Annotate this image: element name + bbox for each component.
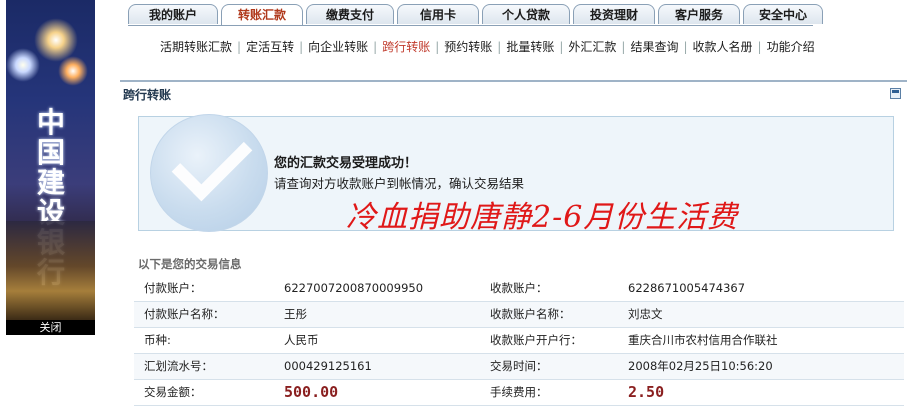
transaction-info-table: 付款账户： 6227007200870009950 收款账户： 62286710… [134, 276, 904, 406]
tab-security-center[interactable]: 安全中心 [743, 4, 823, 24]
currency-value: 人民币 [284, 333, 319, 347]
subnav-separator: | [373, 40, 378, 54]
tab-divider [128, 25, 813, 26]
bank-banner: 中国建设银行 [6, 0, 95, 335]
table-row: 汇划流水号： 000429125161 交易时间： 2008年02月25日10:… [134, 354, 904, 380]
section-divider [120, 80, 907, 82]
payer-account-label: 付款账户： [144, 281, 202, 295]
section-title: 跨行转账 [123, 88, 172, 102]
success-message: 请查询对方收款账户到帐情况，确认交易结果 [274, 176, 525, 191]
subnav-result-query[interactable]: 结果查询 [630, 40, 678, 54]
subnav-separator: | [559, 40, 564, 54]
subnav-separator: | [757, 40, 762, 54]
tab-transfer[interactable]: 转账汇款 [221, 4, 303, 26]
banner-close-button[interactable]: 关闭 [6, 320, 95, 335]
subnav-separator: | [497, 40, 502, 54]
minimize-icon[interactable] [890, 88, 901, 99]
subnav-intro[interactable]: 功能介绍 [767, 40, 815, 54]
tab-credit-card[interactable]: 信用卡 [397, 4, 479, 24]
table-row: 币种: 人民币 收款账户开户行： 重庆合川市农村信用合作联社 [134, 328, 904, 354]
city-night-image [6, 221, 95, 321]
subnav-scheduled[interactable]: 预约转账 [444, 40, 492, 54]
subnav-separator: | [621, 40, 626, 54]
fee-value: 2.50 [628, 383, 665, 401]
subnav-separator: | [237, 40, 242, 54]
main-tabs: 我的账户 转账汇款 缴费支付 信用卡 个人贷款 投资理财 客户服务 安全中心 [128, 4, 823, 26]
subnav-fixed-current[interactable]: 定活互转 [246, 40, 294, 54]
payee-bank-value: 重庆合川市农村信用合作联社 [628, 333, 778, 347]
subnav-batch[interactable]: 批量转账 [506, 40, 554, 54]
amount-label: 交易金额： [144, 385, 202, 399]
payee-account-label: 收款账户： [490, 281, 548, 295]
subnav-current-transfer[interactable]: 活期转账汇款 [160, 40, 232, 54]
transaction-info-title: 以下是您的交易信息 [138, 257, 242, 271]
table-row: 付款账户名称： 王彤 收款账户名称： 刘忠文 [134, 302, 904, 328]
payee-name-label: 收款账户名称： [490, 307, 571, 321]
serial-number-label: 汇划流水号： [144, 359, 213, 373]
amount-value: 500.00 [284, 383, 339, 401]
tab-customer-service[interactable]: 客户服务 [658, 4, 740, 24]
sub-navigation: 活期转账汇款 | 定活互转 | 向企业转账 | 跨行转账 | 预约转账 | 批量转账 | 外汇汇款 | 结果… [160, 38, 815, 55]
table-row: 付款账户： 6227007200870009950 收款账户： 62286710… [134, 276, 904, 302]
subnav-separator: | [299, 40, 304, 54]
tab-payment[interactable]: 缴费支付 [306, 4, 394, 24]
transaction-time-label: 交易时间： [490, 359, 548, 373]
subnav-foreign-remit[interactable]: 外汇汇款 [568, 40, 616, 54]
tab-personal-loan[interactable]: 个人贷款 [482, 4, 570, 24]
payer-name-value: 王彤 [284, 307, 307, 321]
table-row: 交易金额： 500.00 手续费用： 2.50 [134, 380, 904, 406]
subnav-payee-list[interactable]: 收款人名册 [693, 40, 753, 54]
subnav-interbank[interactable]: 跨行转账 [382, 40, 430, 54]
payee-bank-label: 收款账户开户行： [490, 333, 582, 347]
payee-account-value: 6228671005474367 [628, 281, 746, 295]
subnav-separator: | [683, 40, 688, 54]
subnav-to-enterprise[interactable]: 向企业转账 [308, 40, 368, 54]
payer-account-value: 6227007200870009950 [284, 281, 424, 295]
success-title: 您的汇款交易受理成功！ [274, 156, 418, 171]
tab-my-account[interactable]: 我的账户 [128, 4, 218, 24]
currency-label: 币种: [144, 333, 171, 347]
serial-number-value: 000429125161 [284, 359, 372, 373]
section-header: 跨行转账 [120, 80, 907, 104]
fee-label: 手续费用： [490, 385, 548, 399]
payee-name-value: 刘忠文 [628, 307, 663, 321]
tab-investment[interactable]: 投资理财 [573, 4, 655, 24]
transaction-time-value: 2008年02月25日10:56:20 [628, 359, 773, 373]
payer-name-label: 付款账户名称： [144, 307, 225, 321]
subnav-separator: | [435, 40, 440, 54]
annotation-overlay-text: 冷血捐助唐静2-6月份生活费 [346, 200, 739, 235]
